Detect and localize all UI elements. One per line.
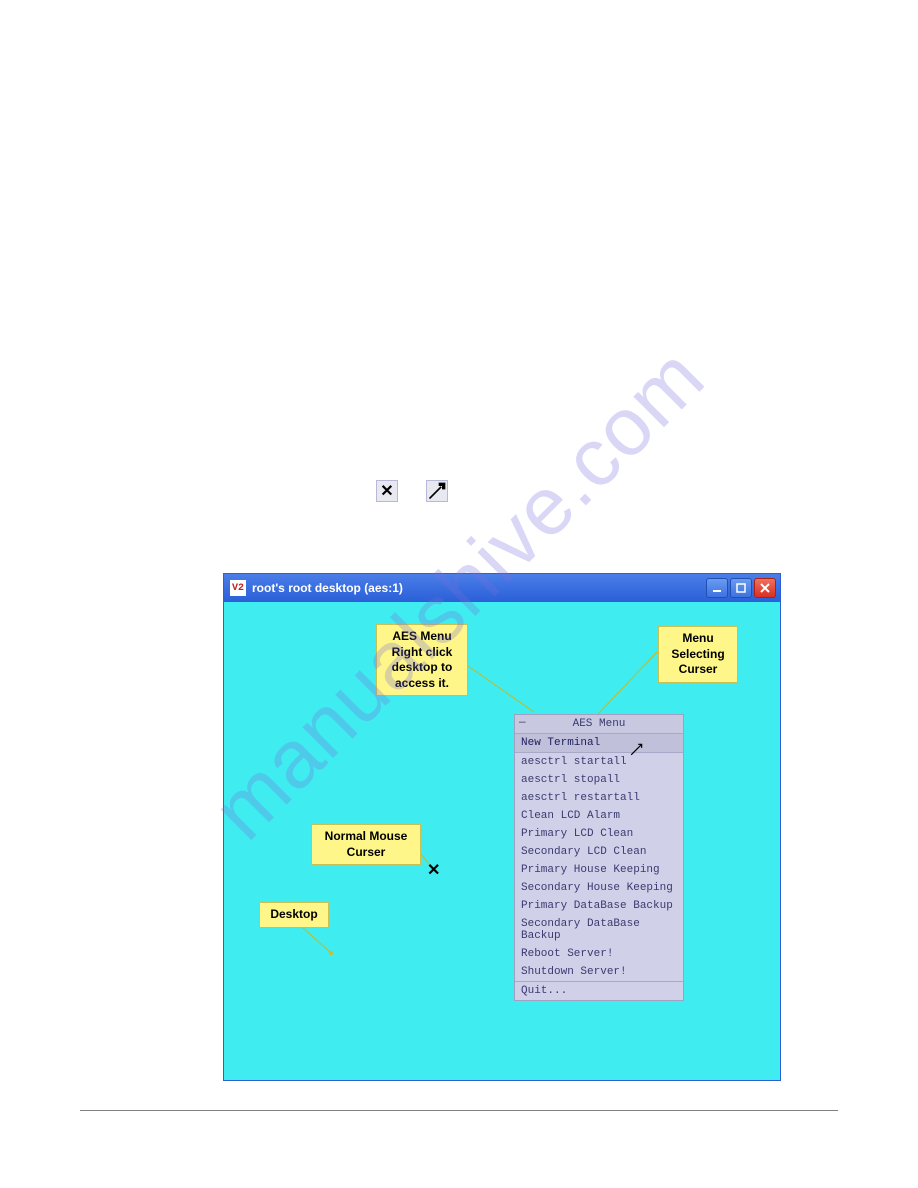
menu-item-primary-house[interactable]: Primary House Keeping [515, 861, 683, 879]
titlebar[interactable]: V2 root's root desktop (aes:1) [224, 574, 780, 602]
aes-context-menu: — AES Menu New Terminal aesctrl startall… [514, 714, 684, 1001]
minimize-button[interactable] [706, 578, 728, 598]
menu-item-primary-lcd[interactable]: Primary LCD Clean [515, 825, 683, 843]
arrow-cursor-icon [426, 480, 448, 502]
menu-item-startall[interactable]: aesctrl startall [515, 753, 683, 771]
x-cursor-icon: ✕ [376, 480, 398, 502]
menu-item-secondary-house[interactable]: Secondary House Keeping [515, 879, 683, 897]
menu-item-secondary-lcd[interactable]: Secondary LCD Clean [515, 843, 683, 861]
arrow-cursor-icon [630, 742, 644, 761]
x-cursor-icon: ✕ [427, 860, 440, 880]
callout-normal-cursor: Normal Mouse Curser [311, 824, 421, 865]
window-title: root's root desktop (aes:1) [252, 581, 706, 595]
x-glyph: ✕ [380, 481, 393, 501]
menu-dash-icon: — [519, 717, 526, 729]
callout-aes-menu: AES Menu Right click desktop to access i… [376, 624, 468, 696]
footer-divider [80, 1110, 838, 1111]
menu-title-text: AES Menu [573, 718, 626, 730]
vnc-window: V2 root's root desktop (aes:1) AES Menu … [223, 573, 781, 1081]
desktop-dot [329, 951, 333, 955]
menu-item-secondary-db[interactable]: Secondary DataBase Backup [515, 915, 683, 945]
menu-item-shutdown[interactable]: Shutdown Server! [515, 963, 683, 982]
close-button[interactable] [754, 578, 776, 598]
callout-menu-cursor: Menu Selecting Curser [658, 626, 738, 683]
menu-item-restartall[interactable]: aesctrl restartall [515, 789, 683, 807]
menu-item-new-terminal[interactable]: New Terminal [515, 734, 683, 753]
menu-item-reboot[interactable]: Reboot Server! [515, 945, 683, 963]
menu-item-quit[interactable]: Quit... [515, 982, 683, 1000]
menu-item-primary-db[interactable]: Primary DataBase Backup [515, 897, 683, 915]
menu-item-clean-alarm[interactable]: Clean LCD Alarm [515, 807, 683, 825]
maximize-button[interactable] [730, 578, 752, 598]
app-icon: V2 [230, 580, 246, 596]
remote-desktop[interactable]: AES Menu Right click desktop to access i… [224, 602, 780, 1080]
inline-cursor-icons: ✕ [376, 480, 448, 502]
callout-desktop: Desktop [259, 902, 329, 928]
menu-item-stopall[interactable]: aesctrl stopall [515, 771, 683, 789]
menu-title: — AES Menu [515, 715, 683, 734]
window-controls [706, 578, 776, 598]
